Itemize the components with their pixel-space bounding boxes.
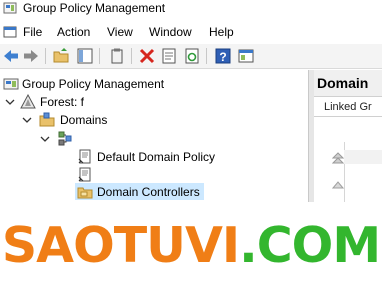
back-arrow-icon[interactable] xyxy=(2,47,20,65)
gpo-link-icon xyxy=(78,149,91,164)
watermark-name: SAOTUVI xyxy=(1,217,240,274)
tree-label: Group Policy Management xyxy=(22,77,165,91)
gpo-link-icon xyxy=(78,167,91,182)
svg-text:?: ? xyxy=(219,50,226,64)
tree-label: Default Domain Policy xyxy=(97,150,216,164)
menu-bar: File Action View Window Help xyxy=(0,22,382,42)
up-folder-icon[interactable] xyxy=(52,47,70,65)
list-header-row xyxy=(344,150,382,164)
toolbar-separator xyxy=(45,48,46,64)
watermark-text: SAOTUVI.COM xyxy=(0,216,382,276)
refresh-icon[interactable] xyxy=(183,47,201,65)
tree-node-domains[interactable]: Domains xyxy=(0,111,300,129)
ou-folder-icon xyxy=(77,187,93,199)
tab-linked-group-policy-objects[interactable]: Linked Gr xyxy=(314,98,382,117)
system-menu-icon[interactable] xyxy=(3,25,17,39)
watermark-banner: SAOTUVI.COM xyxy=(0,202,382,293)
toolbar: ? xyxy=(0,44,382,68)
forest-icon xyxy=(20,94,36,109)
chevron-down-icon[interactable] xyxy=(22,115,32,125)
chevron-down-icon[interactable] xyxy=(5,97,15,107)
move-to-top-icon[interactable] xyxy=(332,152,344,164)
domains-folder-icon xyxy=(39,112,55,127)
tree-node-group-policy-management[interactable]: Group Policy Management xyxy=(0,75,300,93)
move-up-icon[interactable] xyxy=(332,178,344,190)
tree-node-default-domain-policy[interactable]: Default Domain Policy xyxy=(0,148,300,166)
menu-file[interactable]: File xyxy=(23,25,42,39)
tree-node-forest[interactable]: Forest: f xyxy=(0,93,300,111)
clipboard-icon[interactable] xyxy=(108,47,126,65)
toolbar-separator xyxy=(99,48,100,64)
title-bar: Group Policy Management xyxy=(0,0,382,18)
tree-label: Domains xyxy=(60,113,108,127)
tree-label: Forest: f xyxy=(40,95,85,109)
help-icon[interactable]: ? xyxy=(214,47,232,65)
group-policy-management-icon xyxy=(3,78,19,90)
domain-icon xyxy=(58,131,72,146)
details-pane: Domain Linked Gr xyxy=(314,70,382,222)
tree-label: Domain Controllers xyxy=(97,185,200,199)
menu-help[interactable]: Help xyxy=(209,25,234,39)
console-icon[interactable] xyxy=(237,47,255,65)
properties-icon[interactable] xyxy=(160,47,178,65)
window-title: Group Policy Management xyxy=(23,1,166,15)
watermark-domain: .COM xyxy=(239,217,381,274)
delete-icon[interactable] xyxy=(138,47,156,65)
details-header: Domain xyxy=(314,70,382,97)
group-policy-app-icon xyxy=(3,2,17,14)
tree-node-gpo-link[interactable] xyxy=(0,166,300,184)
toolbar-separator xyxy=(206,48,207,64)
forward-arrow-icon[interactable] xyxy=(22,47,40,65)
menu-action[interactable]: Action xyxy=(57,25,90,39)
menu-view[interactable]: View xyxy=(107,25,133,39)
console-tree: Group Policy Management Forest: f Domain… xyxy=(0,70,308,220)
chevron-down-icon[interactable] xyxy=(40,134,50,144)
toolbar-divider xyxy=(0,68,382,69)
tree-node-domain-controllers[interactable]: Domain Controllers xyxy=(0,183,300,201)
details-title: Domain xyxy=(317,75,369,91)
tab-label: Linked Gr xyxy=(324,101,372,113)
show-hide-tree-icon[interactable] xyxy=(76,47,94,65)
toolbar-separator xyxy=(131,48,132,64)
tree-node-domain[interactable] xyxy=(0,130,300,148)
menu-window[interactable]: Window xyxy=(149,25,192,39)
